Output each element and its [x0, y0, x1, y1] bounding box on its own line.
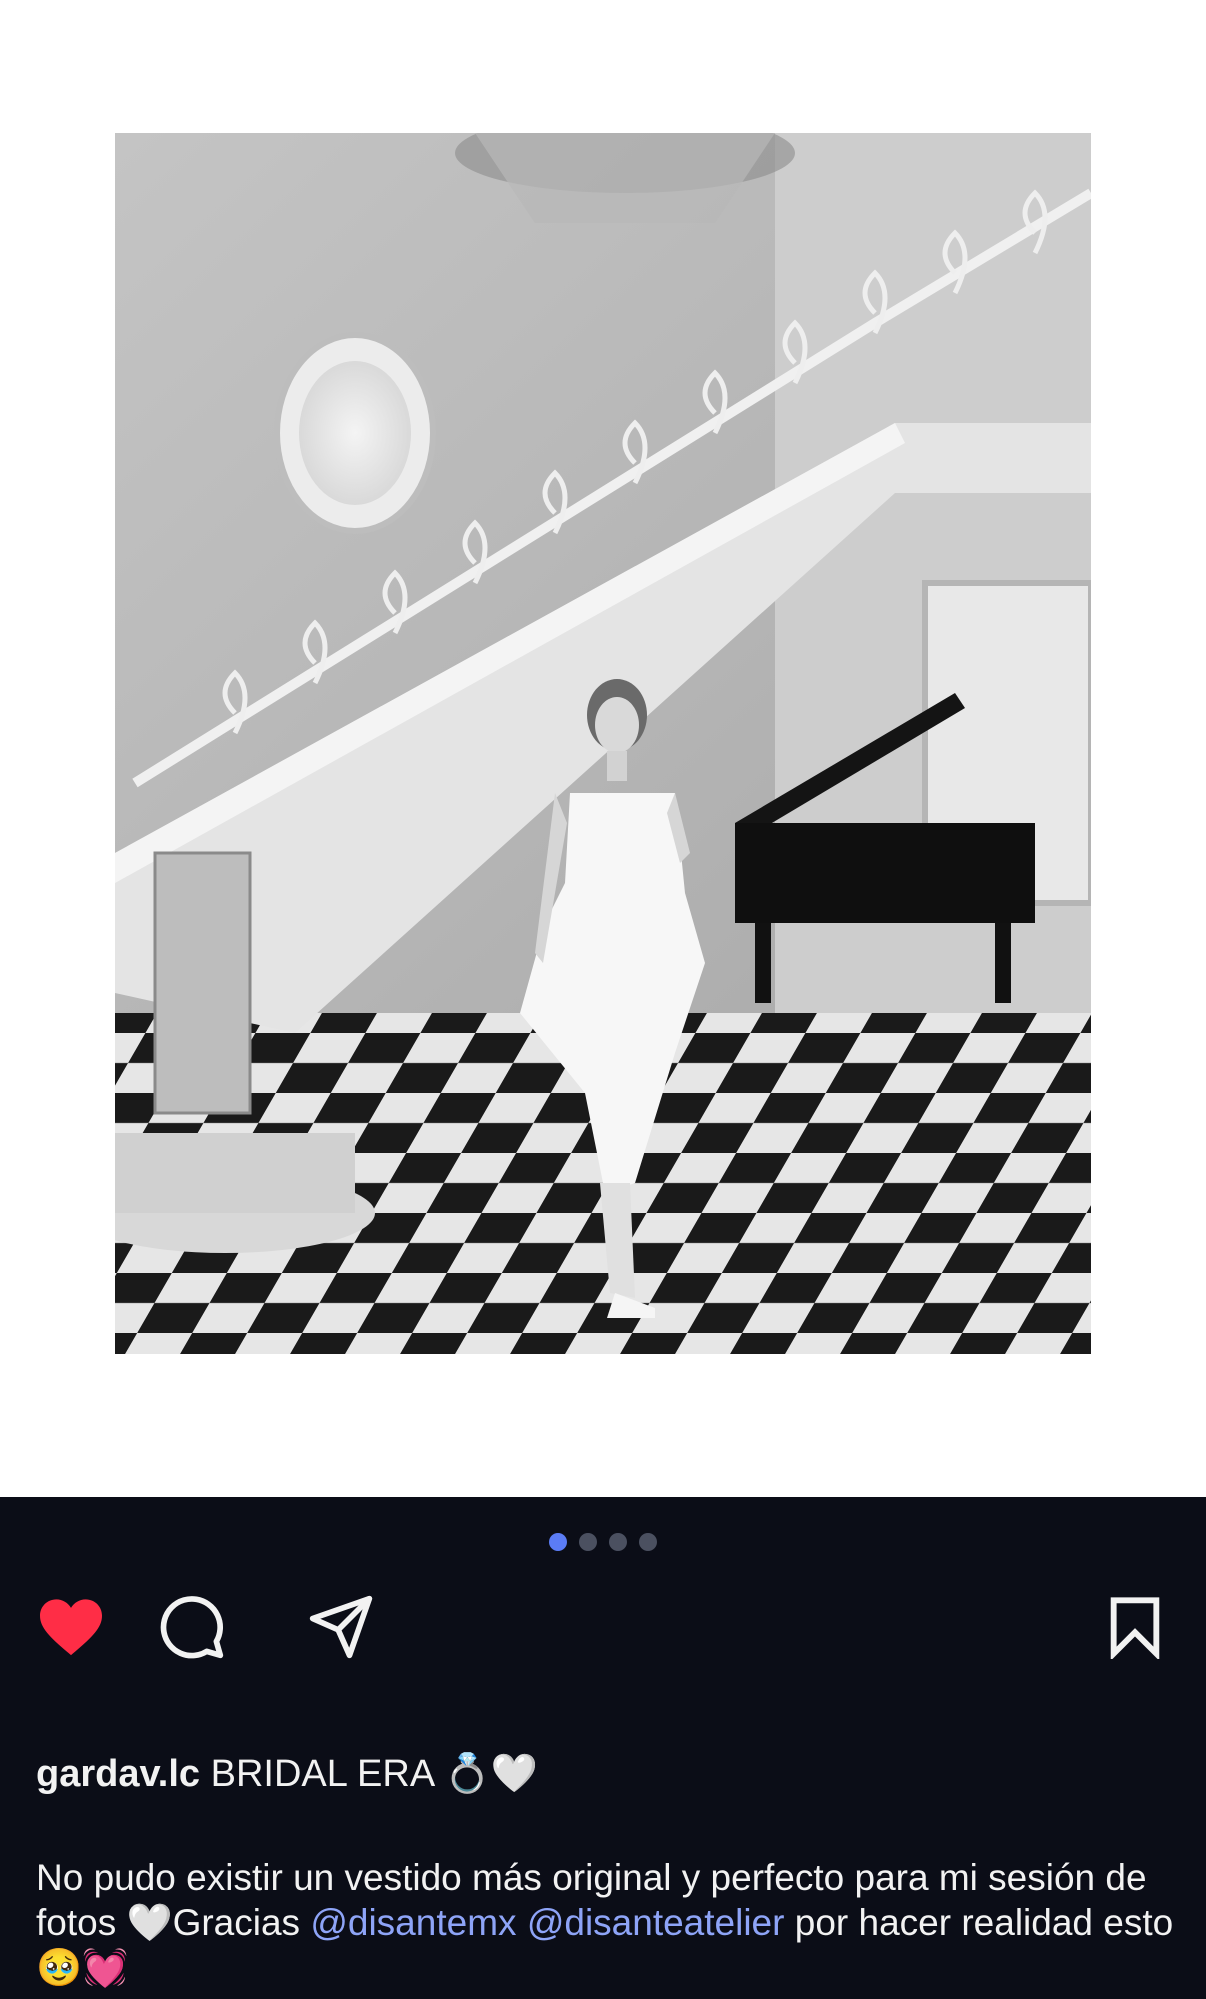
caption-header: gardav.lc BRIDAL ERA 💍🤍 [36, 1751, 538, 1797]
post-photo[interactable] [115, 133, 1091, 1354]
comment-button[interactable] [157, 1592, 227, 1662]
carousel-dot-4[interactable] [639, 1533, 657, 1551]
carousel-dot-2[interactable] [579, 1533, 597, 1551]
save-button[interactable] [1100, 1592, 1170, 1662]
post-info-panel: gardav.lc BRIDAL ERA 💍🤍 No pudo existir … [0, 1497, 1206, 1999]
carousel-indicator [0, 1533, 1206, 1551]
carousel-dot-1[interactable] [549, 1533, 567, 1551]
like-button[interactable] [36, 1592, 106, 1662]
caption-space [517, 1902, 527, 1943]
post-media-area [0, 0, 1206, 1497]
post-photo-illustration [115, 133, 1091, 1354]
bookmark-icon [1110, 1597, 1160, 1659]
share-button[interactable] [306, 1592, 376, 1662]
post-action-bar [0, 1592, 1206, 1662]
paper-plane-icon [309, 1595, 373, 1659]
mention-disanteatelier[interactable]: @disanteatelier [527, 1902, 785, 1943]
speech-bubble-icon [160, 1596, 224, 1659]
mention-disantemx[interactable]: @disantemx [310, 1902, 516, 1943]
caption-text: No pudo existir un vestido más original … [36, 1855, 1186, 1990]
carousel-dot-3[interactable] [609, 1533, 627, 1551]
heart-filled-icon [40, 1599, 102, 1656]
author-username[interactable]: gardav.lc [36, 1753, 200, 1795]
caption-title: BRIDAL ERA 💍🤍 [210, 1753, 539, 1795]
